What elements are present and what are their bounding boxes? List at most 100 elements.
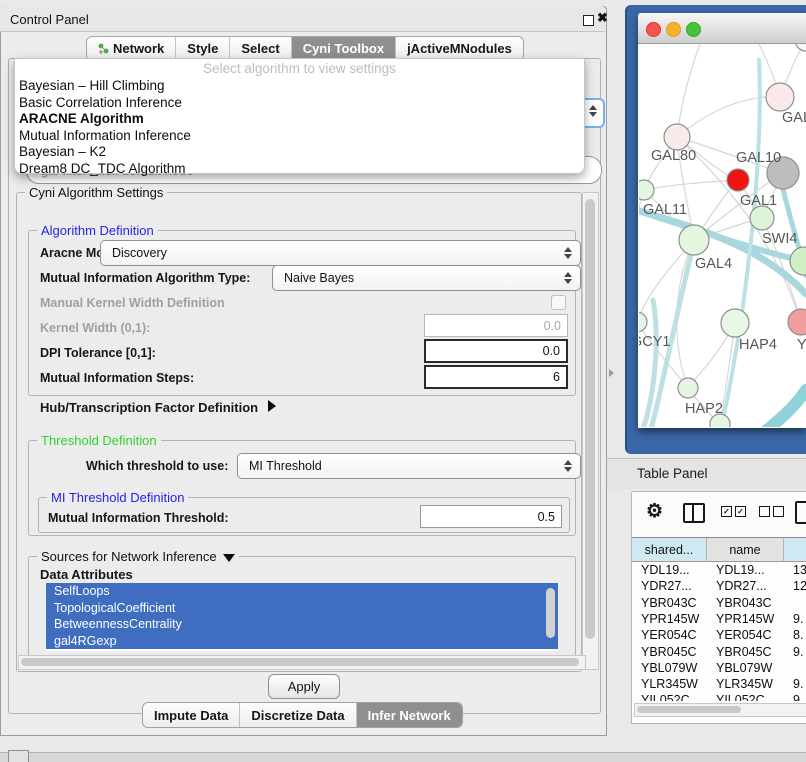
attribute-item[interactable]: TopologicalCoefficient — [46, 600, 558, 617]
tab-network[interactable]: Network — [87, 37, 175, 60]
table-row[interactable]: YDR27...YDR27...12. — [632, 578, 806, 594]
mi-type-value: Naive Bayes — [284, 271, 354, 285]
aracne-mode-combo[interactable]: Discovery — [100, 240, 581, 266]
node-label: GAL11 — [643, 202, 687, 218]
gear-icon[interactable]: ⚙ — [646, 500, 663, 523]
table-cell: 9. — [793, 677, 803, 691]
document-icon[interactable] — [795, 501, 806, 524]
network-node-gal11[interactable] — [639, 180, 654, 200]
minimize-traffic-light[interactable] — [666, 22, 681, 37]
table-row[interactable]: YLR345WYLR345W9. — [632, 676, 806, 692]
attribute-item[interactable]: BetweennessCentrality — [46, 616, 558, 633]
deselect-all-icon[interactable] — [773, 506, 784, 517]
mi-steps-input[interactable] — [424, 365, 568, 389]
network-node-gal80[interactable] — [664, 124, 690, 150]
network-canvas[interactable]: GALGAL80GAL10GAL11GAL1SWI4GAL4GCY1HAP4YH… — [639, 44, 806, 427]
which-threshold-label: Which threshold to use: — [86, 459, 228, 473]
network-window-titlebar[interactable] — [638, 13, 806, 44]
tab-impute-data[interactable]: Impute Data — [143, 703, 239, 727]
network-node-gal4[interactable] — [679, 225, 709, 255]
attribute-list-scrollbar[interactable] — [546, 588, 555, 638]
hub-definition-label: Hub/Transcription Factor Definition — [40, 400, 258, 415]
which-threshold-combo[interactable]: MI Threshold — [237, 453, 581, 479]
table-row[interactable]: YBL079WYBL079W — [632, 660, 806, 676]
network-node-swi4[interactable] — [790, 247, 806, 275]
network-node[interactable] — [795, 44, 806, 51]
node-label: GAL80 — [651, 148, 696, 164]
table-row[interactable]: YIL052CYIL052C9 — [632, 692, 806, 701]
table-row[interactable]: YBR043CYBR043C — [632, 595, 806, 611]
column-header-shared...[interactable]: shared... — [632, 538, 707, 562]
tab-cyni-toolbox[interactable]: Cyni Toolbox — [291, 37, 395, 60]
network-node-gcy1[interactable] — [639, 312, 647, 332]
close-icon[interactable]: ✖ — [597, 10, 608, 26]
algorithm-option[interactable]: Bayesian – Hill Climbing — [19, 78, 165, 93]
attribute-item[interactable]: gal4RGexp — [46, 633, 558, 650]
apply-button[interactable]: Apply — [268, 674, 340, 699]
manual-kernel-checkbox[interactable] — [551, 295, 566, 310]
scrollbar-thumb[interactable] — [21, 658, 579, 666]
split-columns-icon[interactable] — [683, 503, 705, 523]
algorithm-option[interactable]: Mutual Information Inference — [19, 128, 191, 143]
network-node-hap4[interactable] — [721, 309, 749, 337]
algorithm-option[interactable]: Dream8 DC_TDC Algorithm — [19, 161, 186, 176]
minimized-panel-icon[interactable] — [8, 750, 29, 762]
node-label: GAL10 — [736, 150, 781, 166]
network-node-y[interactable] — [788, 309, 806, 335]
float-window-icon[interactable] — [583, 15, 594, 26]
collapsed-arrow-icon — [268, 400, 276, 412]
select-all-icon[interactable]: ✓ — [735, 506, 746, 517]
table-panel-title: Table Panel — [637, 466, 708, 481]
popup-prompt: Select algorithm to view settings — [15, 61, 584, 76]
data-attributes-list[interactable]: SelfLoopsTopologicalCoefficientBetweenne… — [46, 583, 558, 651]
panel-title: Control Panel — [10, 12, 89, 27]
column-header-extra[interactable] — [784, 538, 806, 562]
column-header-name[interactable]: name — [707, 538, 784, 562]
table-horizontal-scrollbar[interactable] — [634, 703, 806, 717]
sources-legend-label: Sources for Network Inference — [41, 549, 217, 564]
network-icon — [98, 43, 109, 55]
algorithm-option[interactable]: Basic Correlation Inference — [19, 95, 182, 110]
algorithm-option[interactable]: Bayesian – K2 — [19, 144, 106, 159]
scrollbar-thumb[interactable] — [585, 199, 595, 639]
table-row[interactable]: YDL19...YDL19...13. — [632, 562, 806, 578]
mi-threshold-input[interactable] — [420, 505, 562, 528]
select-all-icon[interactable]: ✓ — [721, 506, 732, 517]
tab-discretize-data[interactable]: Discretize Data — [239, 703, 355, 727]
combo-arrows-icon — [589, 105, 597, 117]
control-panel-titlebar[interactable] — [0, 6, 605, 32]
table-cell: YDR27... — [641, 579, 692, 593]
network-node-gal1[interactable] — [750, 206, 774, 230]
panel-vertical-scrollbar[interactable] — [582, 192, 599, 670]
hub-definition-toggle[interactable]: Hub/Transcription Factor Definition — [40, 400, 276, 415]
table-cell: YPR145W — [641, 612, 699, 626]
table-row[interactable]: YPR145WYPR145W9. — [632, 611, 806, 627]
kernel-width-label: Kernel Width (0,1): — [40, 321, 150, 335]
tab-label: Select — [241, 41, 279, 56]
algorithm-option[interactable]: ARACNE Algorithm — [19, 111, 144, 126]
kernel-width-input[interactable] — [424, 314, 568, 337]
tab-style[interactable]: Style — [175, 37, 229, 60]
network-node-gal[interactable] — [766, 83, 794, 111]
sources-legend[interactable]: Sources for Network Inference — [37, 549, 239, 564]
network-node[interactable] — [727, 169, 749, 191]
panel-divider-handle[interactable] — [609, 369, 614, 377]
deselect-all-icon[interactable] — [759, 506, 770, 517]
table-rows: YDL19...YDL19...13.YDR27...YDR27...12.YB… — [632, 562, 806, 701]
node-label: GAL4 — [695, 256, 732, 272]
network-node-hap2[interactable] — [678, 378, 698, 398]
table-cell: YLR345W — [641, 677, 698, 691]
close-traffic-light[interactable] — [646, 22, 661, 37]
scrollbar-thumb[interactable] — [637, 706, 741, 713]
table-row[interactable]: YBR045CYBR045C9. — [632, 644, 806, 660]
table-row[interactable]: YER054CYER054C8. — [632, 627, 806, 643]
mi-type-label: Mutual Information Algorithm Type: — [40, 271, 250, 285]
dpi-tolerance-input[interactable] — [424, 339, 568, 363]
mi-type-combo[interactable]: Naive Bayes — [272, 265, 581, 291]
panel-horizontal-scrollbar[interactable] — [18, 655, 586, 670]
zoom-traffic-light[interactable] — [686, 22, 701, 37]
attribute-item[interactable]: SelfLoops — [46, 583, 558, 600]
tab-jactivemnodules[interactable]: jActiveMNodules — [395, 37, 523, 60]
tab-select[interactable]: Select — [229, 37, 290, 60]
tab-infer-network[interactable]: Infer Network — [356, 703, 462, 727]
